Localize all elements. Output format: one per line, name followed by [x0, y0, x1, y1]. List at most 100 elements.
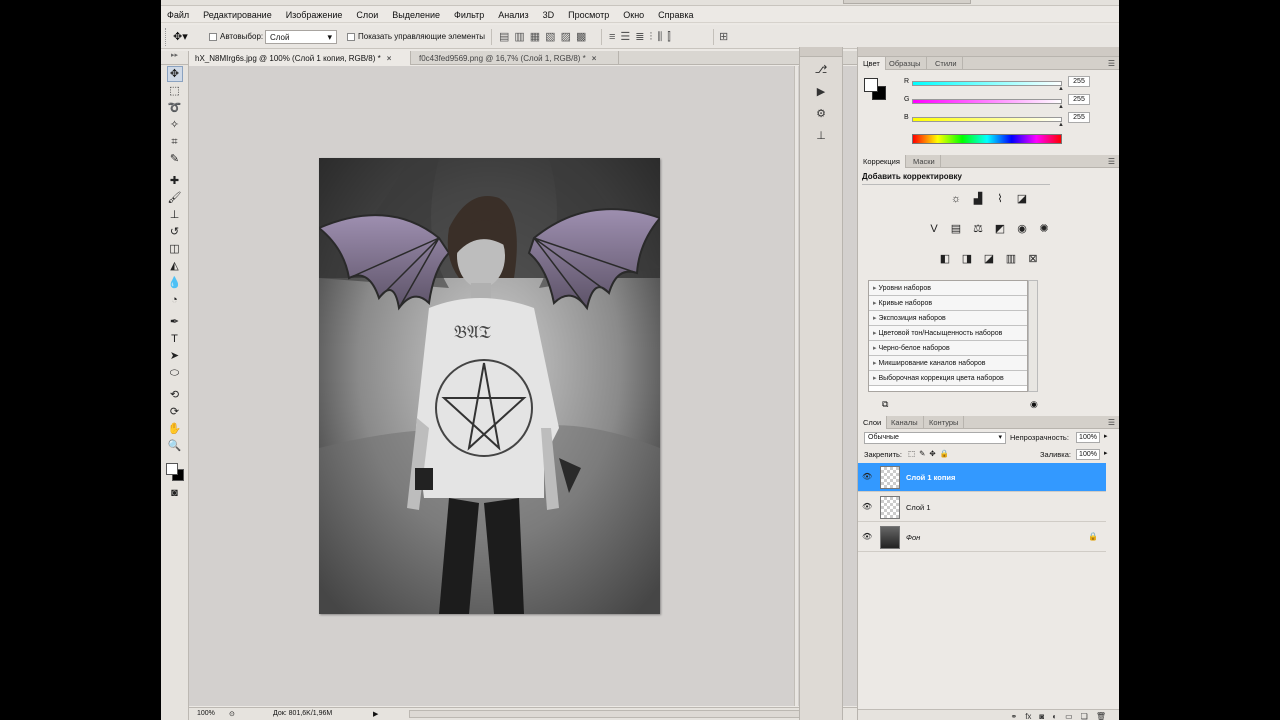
channel-mixer-icon[interactable]: ✺: [1037, 222, 1051, 236]
tab-document-1[interactable]: hX_N8MIrg6s.jpg @ 100% (Слой 1 копия, RG…: [189, 51, 411, 65]
visibility-eye-icon[interactable]: 👁: [862, 532, 872, 541]
shape-tool-icon[interactable]: ⬭: [167, 365, 183, 381]
add-mask-icon[interactable]: ◙: [1039, 710, 1044, 720]
canvas-area[interactable]: 𝔅𝔄𝔗: [189, 66, 959, 706]
link-layers-icon[interactable]: ⚭: [1010, 710, 1017, 720]
blend-mode-dropdown[interactable]: Обычные: [864, 432, 1006, 444]
foreground-color[interactable]: [165, 463, 178, 475]
visibility-eye-icon[interactable]: 👁: [862, 502, 872, 511]
type-tool-icon[interactable]: T: [167, 331, 183, 347]
zoom-level[interactable]: 100%: [197, 710, 215, 717]
menu-file[interactable]: Файл: [167, 10, 189, 20]
slider-thumb-icon[interactable]: ▲: [1058, 104, 1064, 110]
layer-row-fon[interactable]: 👁 Фон 🔒: [858, 523, 1106, 552]
panel-menu-icon[interactable]: ☰: [1108, 418, 1115, 427]
options-grip[interactable]: [165, 28, 167, 46]
black-white-icon[interactable]: ◩: [993, 222, 1007, 236]
tab-paths[interactable]: Контуры: [924, 416, 965, 429]
menu-image[interactable]: Изображение: [286, 10, 343, 20]
photo-filter-icon[interactable]: ◉: [1015, 222, 1029, 236]
show-controls-checkbox[interactable]: [347, 33, 355, 41]
tools-panel-header[interactable]: ▸▸: [161, 51, 188, 65]
panels-header-strip[interactable]: [858, 47, 1119, 57]
slider-thumb-icon[interactable]: ▲: [1058, 122, 1064, 128]
slider-thumb-icon[interactable]: ▲: [1058, 86, 1064, 92]
lasso-tool-icon[interactable]: ➰: [167, 100, 183, 116]
move-tool-preset-icon[interactable]: ✥▾: [173, 30, 188, 43]
fill-arrow-icon[interactable]: ▸: [1104, 449, 1108, 457]
new-layer-icon[interactable]: ❏: [1081, 710, 1088, 720]
pen-tool-icon[interactable]: ✒: [167, 314, 183, 330]
paint-bucket-tool-icon[interactable]: ◭: [167, 258, 183, 274]
curves-icon[interactable]: ⌇: [993, 192, 1007, 206]
green-gradient-bar[interactable]: [912, 99, 1062, 104]
preset-curves[interactable]: Кривые наборов: [869, 296, 1027, 311]
opacity-value[interactable]: 100%: [1076, 432, 1100, 443]
preset-hue-saturation[interactable]: Цветовой тон/Насыщенность наборов: [869, 326, 1027, 341]
panel-menu-icon[interactable]: ☰: [1108, 157, 1115, 166]
hand-tool-icon[interactable]: ✋: [167, 421, 183, 437]
preset-levels[interactable]: Уровни наборов: [869, 281, 1027, 296]
preset-exposure[interactable]: Экспозиция наборов: [869, 311, 1027, 326]
tab-document-2[interactable]: f0c43fed9569.png @ 16,7% (Слой 1, RGB/8)…: [413, 51, 619, 65]
zoom-menu-icon[interactable]: ⊙: [229, 710, 235, 718]
canvas-horizontal-scrollbar[interactable]: [409, 710, 819, 718]
selective-color-icon[interactable]: ⊠: [1026, 252, 1040, 266]
actions-panel-icon[interactable]: ▶: [812, 83, 830, 101]
layer-name[interactable]: Фон: [906, 533, 920, 542]
quick-mask-icon[interactable]: ◙: [167, 485, 183, 501]
auto-align-icon[interactable]: ⊞: [719, 30, 733, 43]
vibrance-icon[interactable]: V: [927, 222, 941, 236]
invert-icon[interactable]: ◧: [938, 252, 952, 266]
canvas-vertical-scrollbar[interactable]: [794, 66, 798, 706]
return-to-list-icon[interactable]: ⧉: [882, 399, 888, 410]
red-gradient-bar[interactable]: [912, 81, 1062, 86]
layer-thumbnail[interactable]: [880, 496, 900, 519]
menu-help[interactable]: Справка: [658, 10, 693, 20]
healing-brush-tool-icon[interactable]: ✚: [167, 173, 183, 189]
menu-view[interactable]: Просмотр: [568, 10, 609, 20]
3d-orbit-tool-icon[interactable]: ⟳: [167, 404, 183, 420]
hue-saturation-icon[interactable]: ▤: [949, 222, 963, 236]
tab-layers[interactable]: Слои: [858, 416, 888, 429]
new-adjustment-icon[interactable]: ◐: [1052, 710, 1057, 720]
tab-swatches[interactable]: Образцы: [884, 57, 927, 70]
window-controls[interactable]: [843, 0, 971, 4]
gradient-map-icon[interactable]: ▥: [1004, 252, 1018, 266]
distribute-icons[interactable]: ≡☰≣⫶⫼⫿: [609, 30, 676, 44]
preset-channel-mixer[interactable]: Микширование каналов наборов: [869, 356, 1027, 371]
menu-filter[interactable]: Фильтр: [454, 10, 484, 20]
tab-color[interactable]: Цвет: [858, 57, 886, 70]
document-image[interactable]: 𝔅𝔄𝔗: [319, 158, 660, 614]
marquee-tool-icon[interactable]: ⬚: [167, 83, 183, 99]
brush-tool-icon[interactable]: 🖌: [167, 190, 183, 206]
path-selection-tool-icon[interactable]: ➤: [167, 348, 183, 364]
menu-window[interactable]: Окно: [623, 10, 644, 20]
layer-name[interactable]: Слой 1 копия: [906, 473, 955, 482]
eyedropper-tool-icon[interactable]: ✎: [167, 151, 183, 167]
close-tab-icon[interactable]: ×: [592, 54, 597, 63]
delete-layer-icon[interactable]: 🗑: [1096, 710, 1106, 720]
red-slider[interactable]: R ▲ 255: [898, 76, 1090, 92]
foreground-background-swatch[interactable]: [163, 460, 187, 484]
layer-name[interactable]: Слой 1: [906, 503, 931, 512]
new-group-icon[interactable]: ▭: [1065, 710, 1073, 720]
dodge-tool-icon[interactable]: ◔: [167, 292, 183, 308]
layer-row-sloi-1[interactable]: 👁 Слой 1: [858, 493, 1106, 522]
history-panel-icon[interactable]: ⎇: [812, 61, 830, 79]
preset-selective-color[interactable]: Выборочная коррекция цвета наборов: [869, 371, 1027, 386]
green-value[interactable]: 255: [1068, 94, 1090, 105]
stamp-tool-icon[interactable]: ⊥: [167, 207, 183, 223]
layer-thumbnail[interactable]: [880, 466, 900, 489]
brightness-contrast-icon[interactable]: ☼: [949, 192, 963, 206]
blur-tool-icon[interactable]: 💧: [167, 275, 183, 291]
opacity-arrow-icon[interactable]: ▸: [1104, 432, 1108, 440]
blue-slider[interactable]: B ▲ 255: [898, 112, 1090, 128]
posterize-icon[interactable]: ◨: [960, 252, 974, 266]
threshold-icon[interactable]: ◪: [982, 252, 996, 266]
clip-to-layer-icon[interactable]: ◉: [1030, 399, 1038, 410]
color-fg-bg-swatch[interactable]: [864, 78, 890, 104]
exposure-icon[interactable]: ◪: [1015, 192, 1029, 206]
3d-rotate-tool-icon[interactable]: ⟲: [167, 387, 183, 403]
layer-style-icon[interactable]: fx: [1025, 710, 1031, 720]
